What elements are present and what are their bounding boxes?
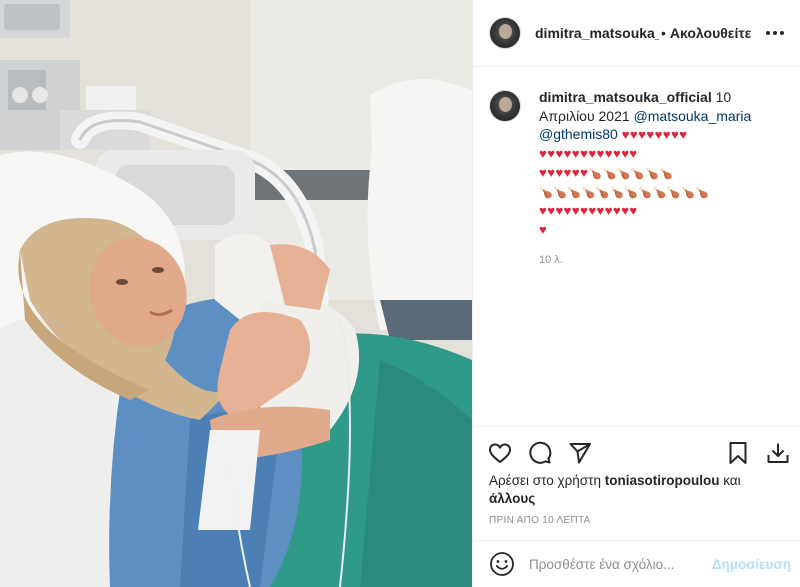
heart-emojis: ♥♥♥♥♥♥♥♥♥♥♥♥ <box>539 145 638 161</box>
caption-time-ago[interactable]: 10 λ. <box>539 251 781 270</box>
avatar[interactable] <box>489 17 521 49</box>
following-button[interactable]: Ακολουθείτε <box>670 25 751 41</box>
header-username[interactable]: dimitra_matsouka_official <box>535 25 659 41</box>
caption-username[interactable]: dimitra_matsouka_official <box>539 89 712 105</box>
caption-body: dimitra_matsouka_official 10 Απριλίου 20… <box>539 88 781 270</box>
header-separator: • <box>661 25 666 41</box>
likes-others-link[interactable]: άλλους <box>489 491 535 506</box>
comment-input[interactable] <box>529 556 712 572</box>
header-text: dimitra_matsouka_official • Ακολουθείτε <box>535 25 757 41</box>
more-options-icon[interactable] <box>763 21 787 45</box>
post-caption: dimitra_matsouka_official 10 Απριλίου 20… <box>473 68 800 270</box>
bookmark-icon[interactable] <box>725 440 751 466</box>
smiley-icon[interactable] <box>489 551 515 577</box>
mention-link[interactable]: @gthemis80 <box>539 126 618 142</box>
comment-bar: Δημοσίευση <box>473 540 800 587</box>
post-header: dimitra_matsouka_official • Ακολουθείτε <box>473 0 800 67</box>
action-bar <box>473 426 800 478</box>
post-timestamp[interactable]: ΠΡΙΝ ΑΠΟ 10 ΛΕΠΤΑ <box>489 515 591 526</box>
drumstick-emojis: 🍗🍗🍗🍗🍗🍗🍗🍗🍗🍗🍗🍗 <box>539 186 710 199</box>
post-photo[interactable] <box>0 0 472 587</box>
hospital-photo-illustration <box>0 0 472 587</box>
share-icon[interactable] <box>567 440 593 466</box>
heart-emojis: ♥♥♥♥♥♥ <box>539 165 589 180</box>
mention-link[interactable]: @matsouka_maria <box>634 108 752 124</box>
post-side-panel: dimitra_matsouka_official • Ακολουθείτε … <box>472 0 800 587</box>
caption-avatar[interactable] <box>489 90 521 122</box>
post-comment-button[interactable]: Δημοσίευση <box>712 557 791 572</box>
likes-prefix: Αρέσει στο χρήστη <box>489 473 605 488</box>
likes-conjunction: και <box>719 473 741 488</box>
heart-emojis: ♥♥♥♥♥♥♥♥♥♥♥♥ <box>539 203 638 218</box>
heart-emojis: ♥ <box>539 221 548 237</box>
heart-emojis: ♥♥♥♥♥♥♥♥ <box>621 127 688 142</box>
drumstick-emojis: 🍗🍗🍗🍗🍗🍗 <box>588 168 674 180</box>
likes-summary: Αρέσει στο χρήστη toniasotiropoulou και … <box>489 472 789 508</box>
liker-username[interactable]: toniasotiropoulou <box>605 473 720 488</box>
download-icon[interactable] <box>765 440 791 466</box>
comment-icon[interactable] <box>527 440 553 466</box>
heart-icon[interactable] <box>487 440 513 466</box>
